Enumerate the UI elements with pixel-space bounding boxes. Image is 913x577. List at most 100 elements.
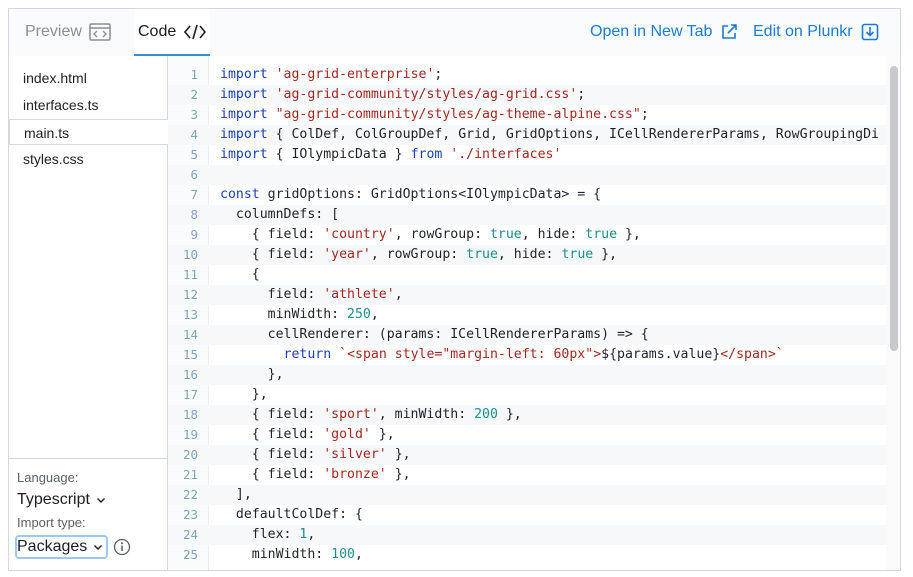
line-number: 21 bbox=[182, 467, 198, 482]
file-styles-css[interactable]: styles.css bbox=[9, 146, 168, 172]
file-sidebar: index.html interfaces.ts main.ts styles.… bbox=[9, 56, 169, 570]
code-token: </span>` bbox=[720, 347, 784, 362]
language-select[interactable]: Typescript bbox=[17, 491, 106, 509]
code-token: cellRenderer: (params: ICellRendererPara… bbox=[220, 327, 649, 342]
code-token: true bbox=[561, 247, 594, 262]
file-main-ts[interactable]: main.ts bbox=[9, 119, 169, 145]
code-token: { bbox=[220, 267, 260, 282]
code-token: true bbox=[489, 227, 522, 242]
code-token: , rowGroup: bbox=[370, 247, 467, 262]
code-token: , minWidth: bbox=[378, 407, 475, 422]
code-token: true bbox=[466, 247, 498, 262]
code-line: 19 { field: 'gold' }, bbox=[168, 425, 886, 445]
line-text: ], bbox=[220, 485, 252, 505]
code-token: , bbox=[370, 307, 379, 322]
line-text: columnDefs: [ bbox=[220, 205, 339, 225]
code-line: 14 cellRenderer: (params: ICellRendererP… bbox=[168, 325, 886, 345]
download-box-icon bbox=[861, 23, 879, 41]
code-token: , bbox=[307, 527, 316, 542]
line-text: { field: 'year', rowGroup: true, hide: t… bbox=[220, 245, 617, 265]
line-number: 18 bbox=[182, 407, 198, 422]
code-token: { field: bbox=[220, 467, 324, 482]
code-token: flex: bbox=[220, 527, 300, 542]
line-text: import { ColDef, ColGroupDef, Grid, Grid… bbox=[220, 125, 879, 145]
code-token: ; bbox=[434, 67, 443, 82]
code-token: , bbox=[394, 287, 403, 302]
line-text: return `<span style="margin-left: 60px">… bbox=[220, 345, 784, 365]
code-line: 1 import 'ag-grid-enterprise'; bbox=[168, 65, 886, 85]
code-token: true bbox=[585, 227, 618, 242]
code-token: ], bbox=[220, 487, 252, 502]
code-line: 11 { bbox=[168, 265, 886, 285]
code-line: 21 { field: 'bronze' }, bbox=[168, 465, 886, 485]
external-link-icon bbox=[720, 23, 738, 41]
code-line: 15 return `<span style="margin-left: 60p… bbox=[168, 345, 886, 365]
code-token: ${params.value} bbox=[601, 347, 721, 362]
chevron-down-icon bbox=[96, 495, 106, 505]
code-token: field: bbox=[220, 287, 324, 302]
line-text: const gridOptions: GridOptions<IOlympicD… bbox=[220, 185, 601, 205]
code-token: 'year' bbox=[323, 247, 371, 262]
code-token: }, bbox=[386, 447, 411, 462]
chevron-down-icon bbox=[93, 542, 103, 552]
code-line: 3 import "ag-grid-community/styles/ag-the… bbox=[168, 105, 886, 125]
file-index-html[interactable]: index.html bbox=[9, 65, 168, 91]
code-line: 6 bbox=[168, 165, 886, 185]
code-line: 12 field: 'athlete', bbox=[168, 285, 886, 305]
line-number: 7 bbox=[190, 187, 198, 202]
open-new-tab-link[interactable]: Open in New Tab bbox=[590, 9, 738, 55]
code-token: 'athlete' bbox=[323, 287, 395, 302]
code-line: 8 columnDefs: [ bbox=[168, 205, 886, 225]
import-type-select[interactable]: Packages bbox=[15, 535, 109, 559]
tab-preview-label: Preview bbox=[25, 23, 82, 40]
code-token: { field: bbox=[220, 227, 324, 242]
edit-on-plunkr-link[interactable]: Edit on Plunkr bbox=[753, 9, 879, 55]
line-text: import 'ag-grid-enterprise'; bbox=[220, 65, 442, 85]
edit-on-plunkr-label: Edit on Plunkr bbox=[753, 23, 853, 40]
code-token: }, bbox=[220, 367, 284, 382]
code-token: 'ag-grid-enterprise' bbox=[275, 67, 435, 82]
code-token: "ag-grid-community/styles/ag-theme-alpin… bbox=[275, 107, 641, 122]
line-number: 3 bbox=[190, 107, 198, 122]
line-number: 6 bbox=[190, 167, 198, 182]
code-token: import bbox=[220, 107, 268, 122]
code-token: 'ag-grid-community/styles/ag-grid.css' bbox=[275, 87, 578, 102]
code-token: { field: bbox=[220, 427, 324, 442]
code-token: defaultColDef: { bbox=[220, 507, 363, 522]
line-number: 19 bbox=[182, 427, 198, 442]
line-number: 1 bbox=[190, 67, 198, 82]
file-interfaces-ts[interactable]: interfaces.ts bbox=[9, 92, 168, 118]
code-line: 23 defaultColDef: { bbox=[168, 505, 886, 525]
code-token: 250 bbox=[347, 307, 371, 322]
browser-code-icon bbox=[89, 23, 111, 41]
line-number: 20 bbox=[182, 447, 198, 462]
line-text: cellRenderer: (params: ICellRendererPara… bbox=[220, 325, 649, 345]
code-token: './interfaces' bbox=[450, 147, 562, 162]
code-editor[interactable]: 1 import 'ag-grid-enterprise'; 2 import 'ag… bbox=[168, 56, 900, 570]
code-token: const bbox=[220, 187, 260, 202]
code-token: `<span style="margin-left: 60px"> bbox=[339, 347, 602, 362]
code-line: 22 ], bbox=[168, 485, 886, 505]
line-number: 11 bbox=[182, 267, 198, 282]
line-number: 16 bbox=[182, 367, 198, 382]
code-token: return bbox=[283, 347, 332, 362]
line-text: flex: 1, bbox=[220, 525, 316, 545]
code-token: minWidth: bbox=[220, 307, 348, 322]
line-text: import { IOlympicData } from './interfac… bbox=[220, 145, 561, 165]
tab-preview[interactable]: Preview bbox=[9, 9, 131, 55]
line-text: }, bbox=[220, 385, 268, 405]
code-line: 16 }, bbox=[168, 365, 886, 385]
line-number: 10 bbox=[182, 247, 198, 262]
code-line: 10 { field: 'year', rowGroup: true, hide… bbox=[168, 245, 886, 265]
scrollbar-thumb[interactable] bbox=[890, 66, 898, 351]
info-circle-icon[interactable] bbox=[113, 538, 131, 556]
tab-code[interactable]: Code bbox=[134, 9, 210, 56]
code-token: import bbox=[220, 67, 268, 82]
example-options: Language: Typescript Import type: Packag… bbox=[9, 458, 167, 570]
code-token: , rowGroup: bbox=[394, 227, 490, 242]
code-line: 5 import { IOlympicData } from './interfa… bbox=[168, 145, 886, 165]
code-token: 'country' bbox=[323, 227, 395, 242]
editor-scrollbar[interactable] bbox=[886, 56, 900, 570]
